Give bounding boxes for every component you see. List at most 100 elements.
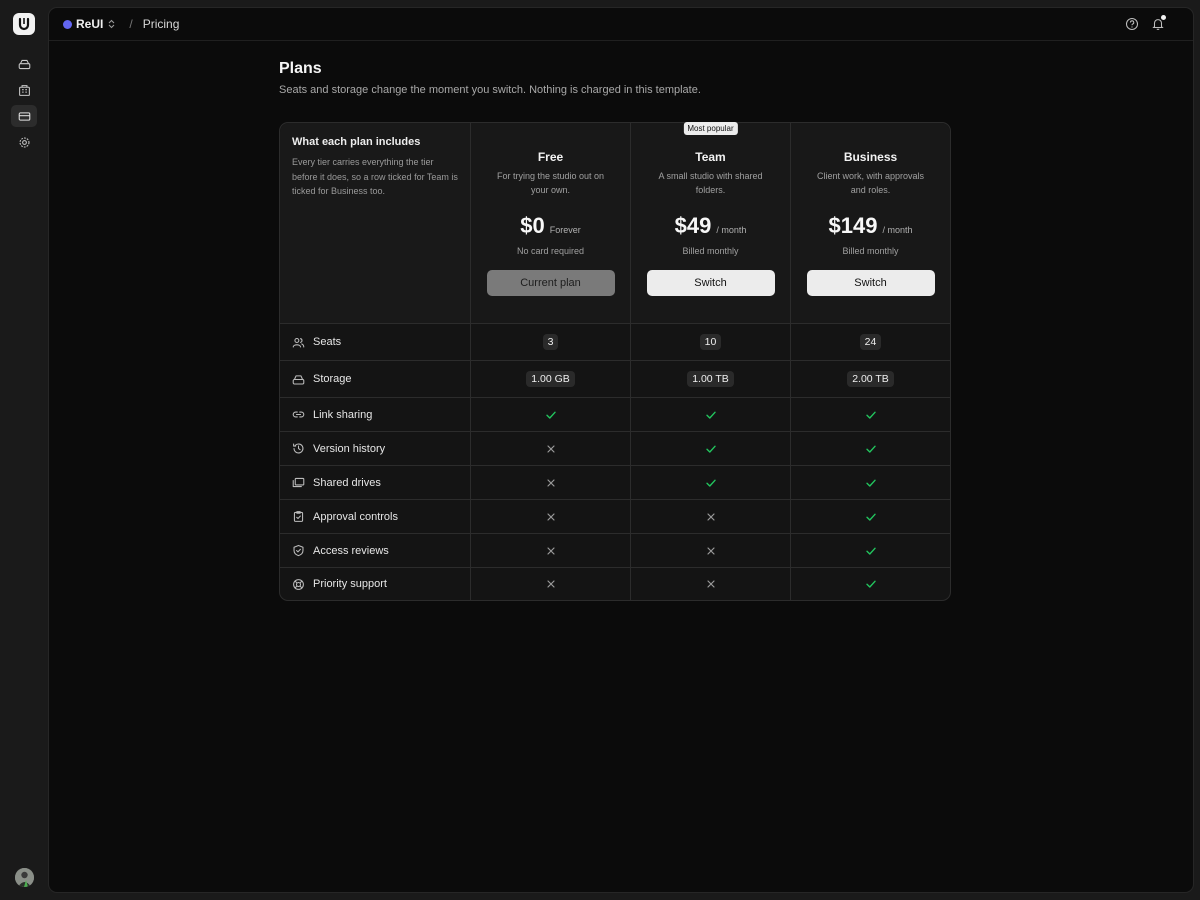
feature-value-pill: 1.00 GB (526, 371, 575, 387)
page-subtitle: Seats and storage change the moment you … (279, 84, 701, 96)
cross-icon (706, 512, 715, 521)
cross-icon (546, 444, 555, 453)
feature-label: Shared drives (313, 476, 381, 489)
feature-cell: Storage (280, 361, 471, 397)
cross-icon (706, 580, 715, 588)
main-panel: ReUI / Pricing Plans Seats and storage c… (48, 7, 1194, 893)
feature-row: Version history (280, 431, 950, 465)
help-circle-icon (1125, 17, 1139, 31)
page-title: Plans (279, 60, 322, 77)
plan-period: Forever (549, 225, 581, 235)
feature-row: Storage 1.00 GB 1.00 TB 2.00 TB (280, 360, 950, 397)
plan-description: For trying the studio out on your own. (496, 171, 605, 195)
feature-value-cell (471, 398, 631, 431)
link-icon (292, 411, 305, 418)
feature-cell: Version history (280, 432, 471, 465)
plan-team: Most popular Team A small studio with sh… (631, 122, 791, 323)
check-icon (865, 411, 876, 419)
help-button[interactable] (1124, 16, 1140, 32)
plan-description: A small studio with shared folders. (658, 171, 763, 195)
plan-billing: Billed monthly (682, 246, 739, 256)
feature-cell: Priority support (280, 568, 471, 600)
switch-team-button[interactable]: Switch (646, 270, 775, 296)
chevron-up-down-icon (108, 19, 115, 29)
feature-value-pill: 24 (859, 334, 882, 350)
feature-row: Seats 3 10 24 (280, 323, 950, 360)
building-icon (18, 84, 30, 96)
current-plan-button[interactable]: Current plan (486, 270, 615, 296)
plan-period: / month (716, 225, 747, 235)
avatar[interactable] (15, 868, 34, 887)
feature-row: Shared drives (280, 465, 950, 499)
drive-icon (292, 374, 305, 384)
check-icon (865, 479, 876, 487)
feature-value-pill: 1.00 TB (687, 371, 734, 387)
check-icon (865, 580, 876, 588)
rail-billing-button[interactable] (11, 105, 37, 127)
rail-nav (11, 53, 37, 153)
feature-value-cell (471, 500, 631, 533)
feature-value-cell (631, 398, 791, 431)
cross-icon (546, 478, 555, 487)
feature-label: Link sharing (313, 408, 373, 421)
feature-row: Approval controls (280, 499, 950, 533)
plan-intro-cell: What each plan includes Every tier carri… (280, 123, 471, 323)
price-row: $149 / month (791, 213, 950, 239)
plan-period: / month (882, 225, 913, 235)
feature-value-cell (471, 432, 631, 465)
feature-row: Link sharing (280, 397, 950, 431)
feature-value-cell (471, 534, 631, 567)
plans-header-row: What each plan includes Every tier carri… (280, 122, 950, 323)
gear-icon (19, 137, 29, 147)
feature-label: Storage (313, 373, 352, 385)
check-icon (865, 547, 876, 555)
notifications-button[interactable] (1150, 15, 1166, 32)
credit-card-icon (18, 111, 30, 121)
plan-price: $49 (674, 213, 712, 238)
feature-value-cell (471, 466, 631, 499)
lifebuoy-icon (293, 578, 304, 590)
workspace-switcher[interactable]: ReUI (63, 17, 116, 31)
clipboard-check-icon (293, 511, 304, 522)
feature-cell: Link sharing (280, 398, 471, 431)
cross-icon (546, 546, 555, 555)
feature-row: Access reviews (280, 533, 950, 567)
workspace-name: ReUI (76, 17, 104, 31)
feature-value-cell: 1.00 GB (471, 361, 631, 397)
left-rail (0, 0, 48, 900)
top-bar: ReUI / Pricing (49, 8, 1193, 41)
workspace-color-dot (63, 19, 72, 29)
cross-icon (706, 546, 715, 555)
feature-value-cell (631, 568, 791, 600)
feature-row: Priority support (280, 567, 950, 600)
feature-label: Priority support (313, 578, 387, 590)
plan-name: Free (537, 150, 564, 164)
check-icon (865, 513, 876, 521)
feature-value-cell: 2.00 TB (791, 361, 950, 397)
feature-value-cell (791, 432, 950, 465)
shield-check-icon (293, 544, 304, 557)
most-popular-badge: Most popular (683, 122, 738, 135)
feature-value-cell (791, 534, 950, 567)
feature-value-pill: 2.00 TB (847, 371, 894, 387)
rail-drive-button[interactable] (11, 53, 37, 75)
feature-value-cell (791, 500, 950, 533)
app-logo[interactable] (13, 13, 35, 35)
history-icon (293, 443, 304, 454)
feature-value-cell (791, 568, 950, 600)
plans-table: What each plan includes Every tier carri… (279, 122, 951, 601)
switch-business-button[interactable]: Switch (806, 270, 935, 296)
logo-mark-icon (18, 17, 30, 31)
rail-building-button[interactable] (11, 79, 37, 101)
plan-free: Free For trying the studio out on your o… (471, 123, 631, 323)
plan-billing: No card required (516, 246, 585, 256)
feature-value-cell (631, 500, 791, 533)
cross-icon (546, 512, 555, 521)
intro-text: Every tier carries everything the tier b… (292, 157, 458, 196)
top-actions (1124, 15, 1166, 32)
pricing-content: Plans Seats and storage change the momen… (279, 60, 951, 601)
check-icon (705, 411, 716, 419)
rail-settings-button[interactable] (11, 131, 37, 153)
feature-value-cell: 3 (471, 324, 631, 360)
breadcrumb-separator: / (129, 17, 133, 31)
